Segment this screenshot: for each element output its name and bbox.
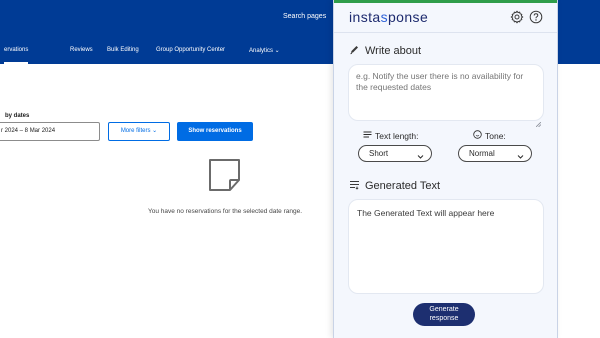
brand-logo-text-2: s xyxy=(380,9,388,25)
show-reservations-button[interactable]: Show reservations xyxy=(177,122,253,141)
help-icon[interactable] xyxy=(529,10,543,24)
resize-grip-icon[interactable] xyxy=(535,114,542,128)
note-icon xyxy=(206,156,244,194)
instasponse-panel: instasponse Write about e.g. Notify the … xyxy=(333,0,558,338)
gear-icon[interactable] xyxy=(510,10,524,24)
tone-value: Normal xyxy=(469,149,495,158)
text-length-text: Text length: xyxy=(375,130,419,141)
brand-logo-text-1: insta xyxy=(349,9,381,25)
write-about-input[interactable] xyxy=(348,64,544,121)
chevron-down-icon xyxy=(517,150,524,159)
generated-text-output[interactable]: The Generated Text will appear here xyxy=(348,199,544,294)
text-lines-icon xyxy=(349,179,360,193)
write-about-heading: Write about xyxy=(349,44,421,58)
nav-item-group-opportunity-center[interactable]: Group Opportunity Center xyxy=(156,47,225,53)
header-divider xyxy=(334,32,557,33)
chevron-down-icon xyxy=(417,150,424,159)
text-length-label: Text length: xyxy=(363,130,418,141)
panel-top-strip xyxy=(334,0,557,3)
filter-by-dates-label: by dates xyxy=(5,113,30,119)
text-length-value: Short xyxy=(369,149,389,158)
tone-select[interactable]: Normal xyxy=(458,145,532,162)
smiley-icon xyxy=(473,130,482,141)
generated-text-heading: Generated Text xyxy=(349,179,440,193)
empty-state-message: You have no reservations for the selecte… xyxy=(147,208,303,215)
nav-item-bulk-editing[interactable]: Bulk Editing xyxy=(107,47,139,53)
write-about-title: Write about xyxy=(365,45,422,57)
brand-logo-text-3: ponse xyxy=(387,9,429,25)
tone-label: Tone: xyxy=(473,130,506,141)
nav-item-reservations[interactable]: ervations xyxy=(4,47,29,64)
tone-text: Tone: xyxy=(485,130,506,141)
brand-logo: instasponse xyxy=(349,9,428,25)
screen: Search pages ervations Reviews Bulk Edit… xyxy=(0,0,600,338)
pencil-icon xyxy=(349,44,360,58)
nav-item-reviews[interactable]: Reviews xyxy=(70,47,93,53)
nav-item-analytics[interactable]: Analytics ⌄ xyxy=(249,47,280,54)
search-pages-text[interactable]: Search pages xyxy=(283,13,326,20)
text-length-select[interactable]: Short xyxy=(358,145,432,162)
date-range-field[interactable]: r 2024 – 8 Mar 2024 xyxy=(0,122,100,141)
lines-icon xyxy=(363,130,372,141)
more-filters-button[interactable]: More filters ⌄ xyxy=(108,122,170,141)
generated-text-title: Generated Text xyxy=(365,180,441,192)
generate-response-button[interactable]: Generate response xyxy=(413,303,475,326)
